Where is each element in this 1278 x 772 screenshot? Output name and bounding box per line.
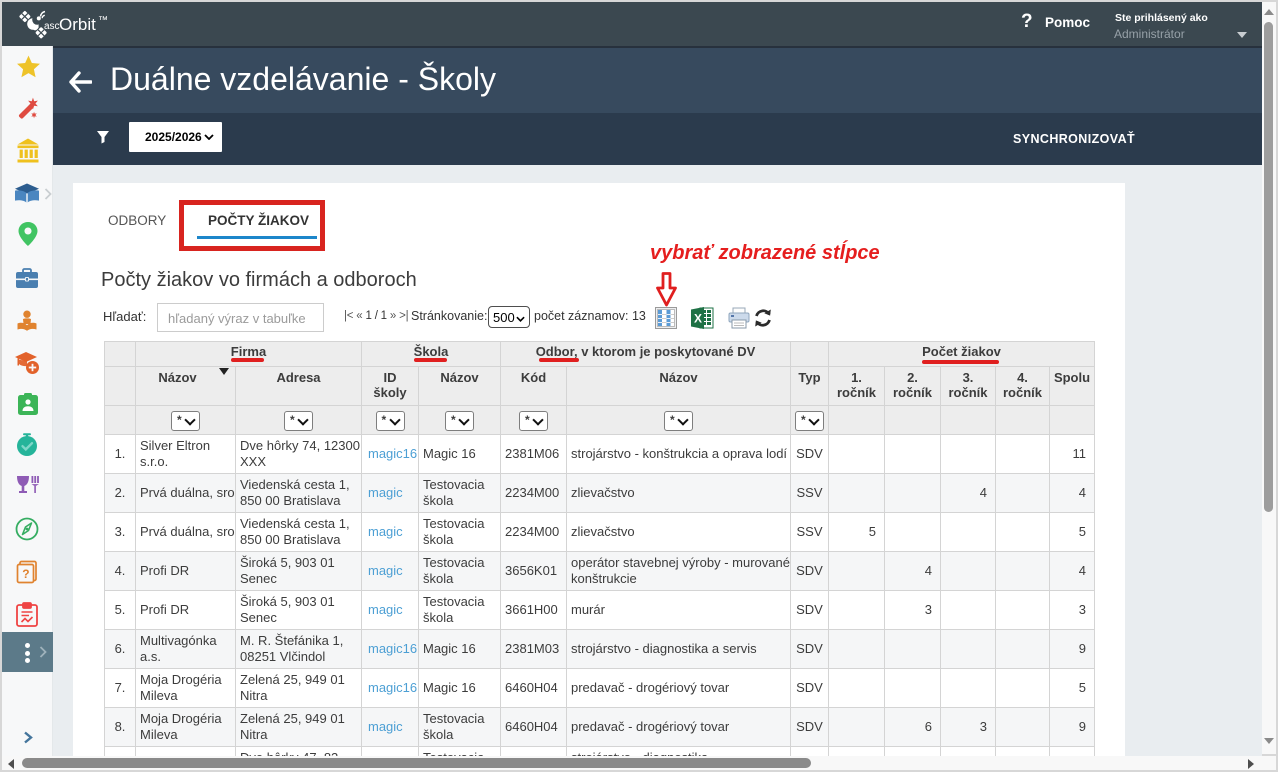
svg-text:?: ? [22,567,29,581]
svg-text:X: X [694,312,702,326]
